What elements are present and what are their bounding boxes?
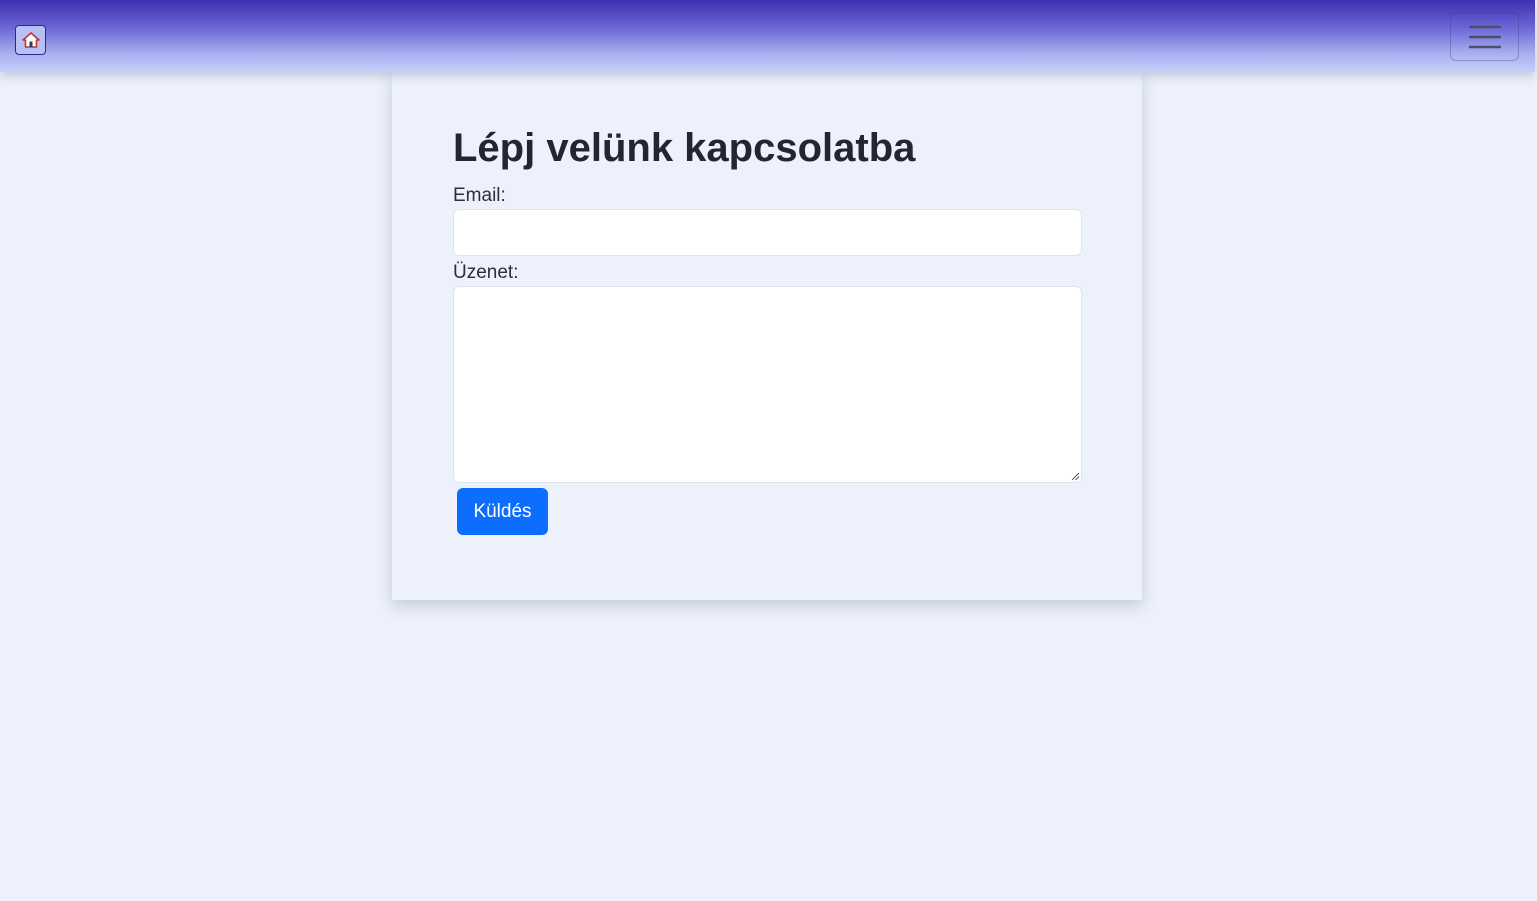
home-button[interactable] [15,25,46,55]
hamburger-menu-icon [1468,25,1501,48]
resize-grip-icon[interactable] [1070,471,1080,481]
submit-button[interactable]: Küldés [457,488,548,535]
top-navbar [0,0,1535,72]
email-label: Email: [453,185,506,206]
message-label: Üzenet: [453,262,519,283]
menu-toggle-button[interactable] [1450,12,1519,61]
home-icon [21,32,40,48]
contact-card: Lépj velünk kapcsolatba Email: Üzenet: K… [392,72,1142,600]
email-field[interactable] [453,209,1082,256]
message-textarea[interactable] [453,286,1082,483]
page-title: Lépj velünk kapcsolatba [453,126,916,170]
